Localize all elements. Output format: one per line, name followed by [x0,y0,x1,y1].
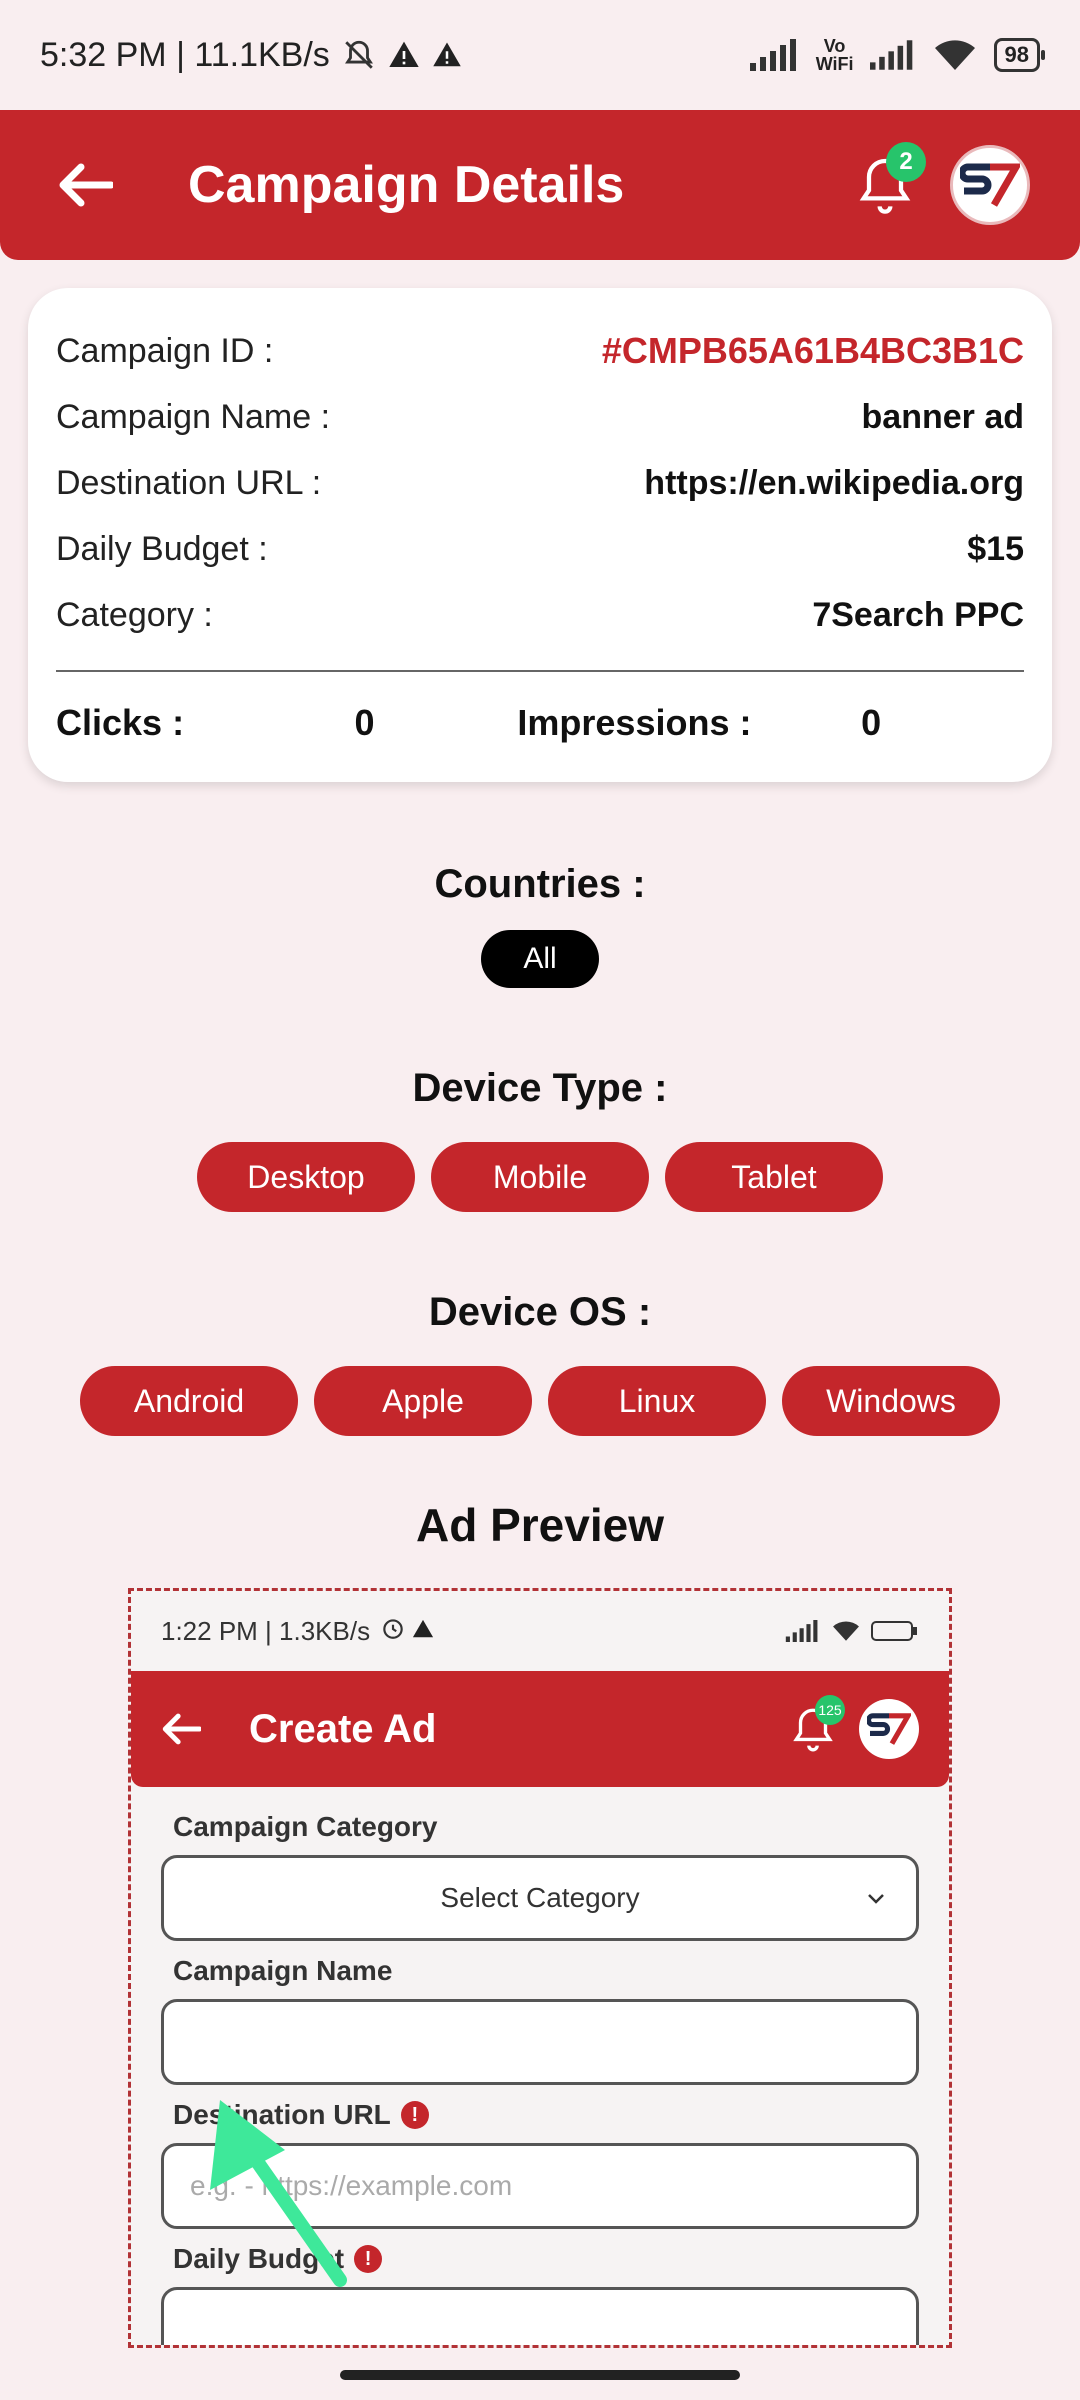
device-type-title: Device Type : [412,1066,668,1110]
notification-badge: 2 [886,142,926,182]
preview-campaign-name-field [161,1999,919,2085]
preview-avatar [859,1699,919,1759]
device-type-chips: Desktop Mobile Tablet [0,1142,1080,1212]
preview-daily-budget-field [161,2287,919,2345]
clicks-value: 0 [354,702,375,743]
status-time-speed: 5:32 PM | 11.1KB/s [40,35,330,74]
signal-icon [869,39,916,71]
device-os-chip[interactable]: Linux [548,1366,766,1436]
preview-notification: 125 [785,1695,845,1757]
device-type-chip[interactable]: Tablet [665,1142,883,1212]
campaign-details-card: Campaign ID : #CMPB65A61B4BC3B1C Campaig… [28,288,1052,782]
destination-url-value: https://en.wikipedia.org [644,463,1024,502]
wifi-icon [932,38,978,72]
detail-row-daily-budget: Daily Budget : $15 [56,516,1024,582]
preview-label: Campaign Name [173,1955,393,1986]
preview-status-bar: 1:22 PM | 1.3KB/s [131,1591,949,1671]
campaign-name-value: banner ad [861,397,1024,436]
s7-logo-icon [960,163,1020,207]
preview-select-category: Select Category [161,1855,919,1941]
detail-label: Campaign ID : [56,331,274,370]
ad-preview-title: Ad Preview [416,1499,664,1551]
mute-bell-icon [342,38,376,72]
device-os-title: Device OS : [428,1290,652,1334]
arrow-left-icon [59,163,113,207]
battery-icon [871,1621,917,1641]
impressions-value: 0 [861,702,882,743]
page-title: Campaign Details [188,156,625,214]
preview-label: Campaign Category [173,1811,438,1842]
detail-label: Campaign Name : [56,397,331,436]
device-type-chip[interactable]: Mobile [431,1142,649,1212]
warning-icon [388,39,420,71]
category-value: 7Search PPC [812,595,1024,634]
device-os-chip[interactable]: Windows [782,1366,1000,1436]
warning-icon [432,40,462,70]
campaign-id-value: #CMPB65A61B4BC3B1C [601,330,1024,371]
preview-status-text: 1:22 PM | 1.3KB/s [161,1615,371,1646]
notification-button[interactable]: 2 [850,142,926,220]
app-header: Campaign Details 2 [0,110,1080,260]
detail-label: Daily Budget : [56,529,268,568]
countries-title: Countries : [434,862,646,906]
country-chip[interactable]: All [481,930,599,988]
status-bar: 5:32 PM | 11.1KB/s Vo WiFi 98 [0,0,1080,110]
stats-row: Clicks : 0 Impressions : 0 [56,688,1024,758]
annotation-arrow-icon [210,2100,347,2287]
info-icon: ! [400,2101,429,2129]
s7-logo-icon [867,1713,911,1745]
detail-label: Category : [56,595,213,634]
detail-row-campaign-id: Campaign ID : #CMPB65A61B4BC3B1C [56,318,1024,384]
signal-icon [749,39,800,71]
warning-icon [412,1616,434,1647]
home-indicator[interactable] [340,2370,740,2380]
preview-header: Create Ad 125 [131,1671,949,1787]
impressions-label: Impressions : [517,702,752,743]
device-type-chip[interactable]: Desktop [197,1142,415,1212]
profile-avatar[interactable] [950,145,1030,225]
arrow-left-icon [162,1713,201,1745]
detail-row-destination-url: Destination URL : https://en.wikipedia.o… [56,450,1024,516]
back-button[interactable] [50,150,120,220]
chevron-down-icon [868,1894,884,1904]
vowifi-icon: Vo WiFi [815,36,854,74]
signal-icon [785,1620,818,1642]
daily-budget-value: $15 [967,529,1024,568]
device-os-chips: Android Apple Linux Windows [0,1366,1080,1436]
device-os-chip[interactable]: Apple [314,1366,532,1436]
divider [56,670,1024,672]
countries-chips: All [0,930,1080,988]
alarm-icon [380,1615,406,1648]
detail-row-category: Category : 7Search PPC [56,582,1024,648]
preview-title: Create Ad [249,1706,437,1751]
notification-badge: 125 [815,1695,845,1725]
clicks-label: Clicks : [56,702,185,743]
battery-icon: 98 [993,38,1046,72]
detail-label: Destination URL : [56,463,322,502]
detail-row-campaign-name: Campaign Name : banner ad [56,384,1024,450]
device-os-chip[interactable]: Android [80,1366,298,1436]
wifi-icon [833,1621,859,1641]
